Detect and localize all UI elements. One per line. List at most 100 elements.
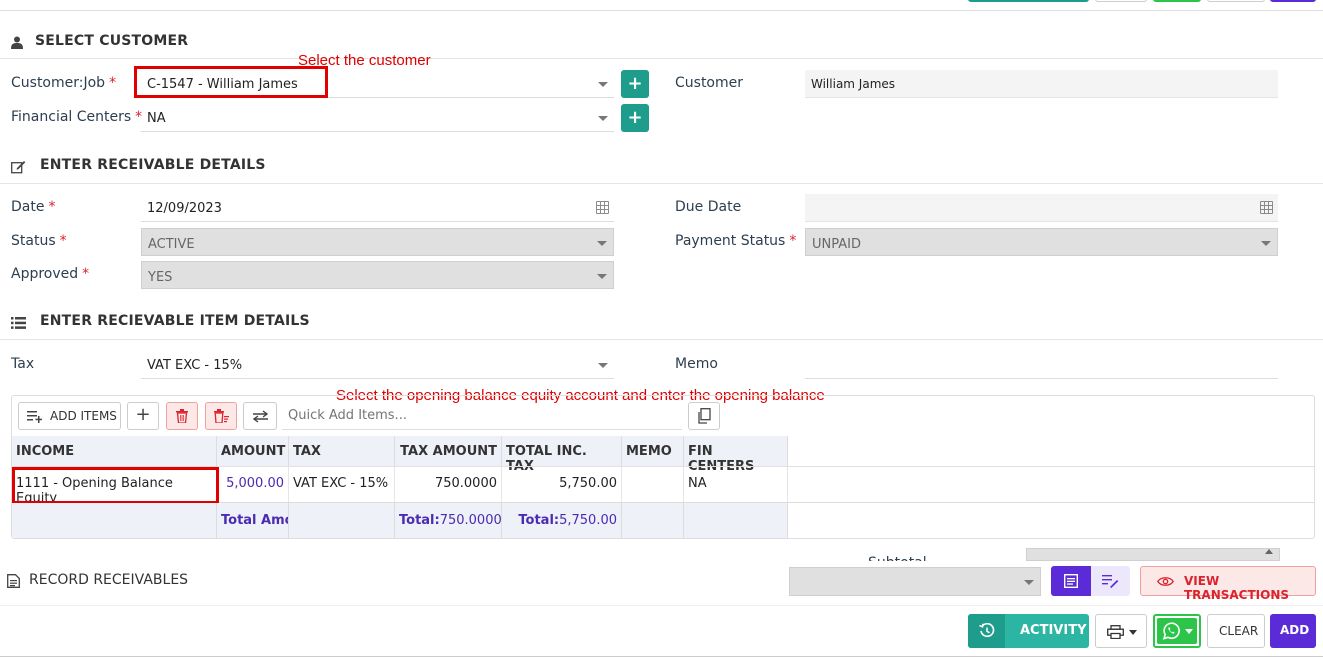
subtotal-field-partial <box>1026 548 1280 561</box>
delete-row-button[interactable] <box>166 402 198 430</box>
footer-cell-empty <box>684 503 788 538</box>
due-date-label: Due Date <box>675 199 742 215</box>
activity-icon-box <box>968 614 1005 648</box>
chevron-down-icon <box>1185 629 1193 634</box>
chevron-down-icon <box>598 116 608 121</box>
payment-status-value: UNPAID <box>812 237 861 252</box>
chevron-down-icon <box>1261 241 1271 246</box>
cell-fin-centers[interactable]: NA <box>684 467 788 502</box>
cell-tax[interactable]: VAT EXC - 15% <box>289 467 395 502</box>
chevron-down-icon <box>1024 580 1034 585</box>
add-items-button[interactable]: ADD ITEMS <box>18 402 121 430</box>
top-clear-button-partial[interactable] <box>1207 0 1265 2</box>
approved-select[interactable]: YES <box>141 261 614 289</box>
status-label: Status * <box>11 233 67 249</box>
paste-button[interactable] <box>688 402 720 430</box>
edit-icon <box>11 161 26 174</box>
top-add-button-partial[interactable] <box>1270 0 1316 2</box>
record-select[interactable] <box>789 567 1041 596</box>
approved-value: YES <box>148 270 173 285</box>
customer-label: Customer <box>675 75 744 91</box>
whatsapp-button[interactable] <box>1153 614 1201 648</box>
record-form-button[interactable] <box>1051 566 1091 596</box>
printer-icon <box>1107 625 1124 639</box>
section-divider <box>0 183 1323 184</box>
payment-status-label: Payment Status * <box>675 233 797 249</box>
section-title-item-details: ENTER RECIEVABLE ITEM DETAILS <box>40 313 310 329</box>
trash-list-icon <box>214 409 229 423</box>
payment-status-select[interactable]: UNPAID <box>805 228 1278 256</box>
column-header-total-inc-tax: TOTAL INC. TAX <box>502 436 622 474</box>
status-value: ACTIVE <box>148 237 195 252</box>
cell-amount[interactable]: 5,000.00 <box>217 467 289 502</box>
section-title-receivable-details: ENTER RECEIVABLE DETAILS <box>40 157 266 173</box>
footer-cell-empty <box>622 503 684 538</box>
add-label: ADD <box>1280 623 1310 637</box>
customer-display-value: William James <box>811 77 896 91</box>
footer-total-inc-tax: Total:5,750.00 <box>502 503 622 538</box>
view-transactions-label: VIEW TRANSACTIONS <box>1184 574 1290 602</box>
list-icon <box>11 317 26 329</box>
memo-label: Memo <box>675 356 718 372</box>
cell-total-inc-tax: 5,750.00 <box>502 467 622 502</box>
print-button[interactable] <box>1095 614 1147 648</box>
memo-input[interactable] <box>805 351 1278 379</box>
cell-memo[interactable] <box>622 467 684 502</box>
delete-all-button[interactable] <box>205 402 237 430</box>
column-header-income: INCOME <box>12 436 217 466</box>
add-items-label: ADD ITEMS <box>50 409 117 423</box>
top-whatsapp-button-partial[interactable] <box>1153 0 1201 2</box>
section-divider <box>0 58 1323 59</box>
edit-lines-icon <box>1102 575 1119 588</box>
column-header-tax: TAX <box>289 436 395 466</box>
top-activity-button-partial[interactable] <box>968 0 1089 2</box>
column-header-fin-centers: FIN CENTERS <box>684 436 788 474</box>
date-input[interactable]: 12/09/2023 <box>141 194 614 222</box>
financial-centers-label: Financial Centers * <box>11 109 143 125</box>
calendar-icon[interactable] <box>1260 201 1273 214</box>
whatsapp-inner <box>1157 618 1197 644</box>
clear-button[interactable]: CLEAR <box>1207 614 1265 648</box>
section-title-select-customer: SELECT CUSTOMER <box>35 33 189 49</box>
approved-label: Approved * <box>11 266 90 282</box>
add-list-icon <box>27 411 42 423</box>
tax-select[interactable]: VAT EXC - 15% <box>141 351 614 379</box>
customer-job-label: Customer:Job * <box>11 75 117 91</box>
add-button[interactable]: ADD <box>1270 614 1316 648</box>
cell-tax-amount: 750.0000 <box>395 467 502 502</box>
chevron-up-icon[interactable] <box>1265 549 1273 554</box>
quick-add-input[interactable] <box>282 402 682 430</box>
view-transactions-button[interactable]: VIEW TRANSACTIONS <box>1140 566 1316 602</box>
chevron-down-icon <box>598 363 608 368</box>
activity-label: ACTIVITY <box>1020 623 1087 638</box>
footer-cell-empty <box>12 503 217 538</box>
annotation-select-customer: Select the customer <box>298 52 431 69</box>
annotation-box-income <box>12 467 219 504</box>
add-customer-button[interactable]: + <box>621 70 649 98</box>
calendar-icon[interactable] <box>596 201 609 214</box>
date-value: 12/09/2023 <box>147 201 222 216</box>
record-edit-button[interactable] <box>1091 566 1130 596</box>
add-row-button[interactable]: + <box>127 402 159 430</box>
trash-icon <box>176 409 188 423</box>
top-divider <box>0 10 1323 11</box>
plus-icon: + <box>135 404 151 425</box>
activity-button[interactable]: ACTIVITY <box>968 614 1089 648</box>
top-print-button-partial[interactable] <box>1095 0 1147 2</box>
section-title-record-receivables: RECORD RECEIVABLES <box>29 572 189 588</box>
history-icon <box>979 623 995 638</box>
user-icon <box>11 36 23 49</box>
status-select[interactable]: ACTIVE <box>141 228 614 256</box>
footer-total-tax: Total:750.0000 <box>395 503 502 538</box>
form-icon <box>1064 574 1078 588</box>
add-financial-center-button[interactable]: + <box>621 104 649 132</box>
financial-centers-select[interactable]: NA <box>141 104 614 132</box>
clipboard-icon <box>698 408 711 424</box>
chevron-down-icon <box>1129 630 1137 635</box>
due-date-input[interactable] <box>805 194 1278 222</box>
footer-total-amount: Total Amc <box>217 503 289 538</box>
column-header-amount: AMOUNT <box>217 436 289 466</box>
column-header-memo: MEMO <box>622 436 684 466</box>
eye-icon <box>1157 577 1174 586</box>
swap-button[interactable] <box>243 402 277 430</box>
